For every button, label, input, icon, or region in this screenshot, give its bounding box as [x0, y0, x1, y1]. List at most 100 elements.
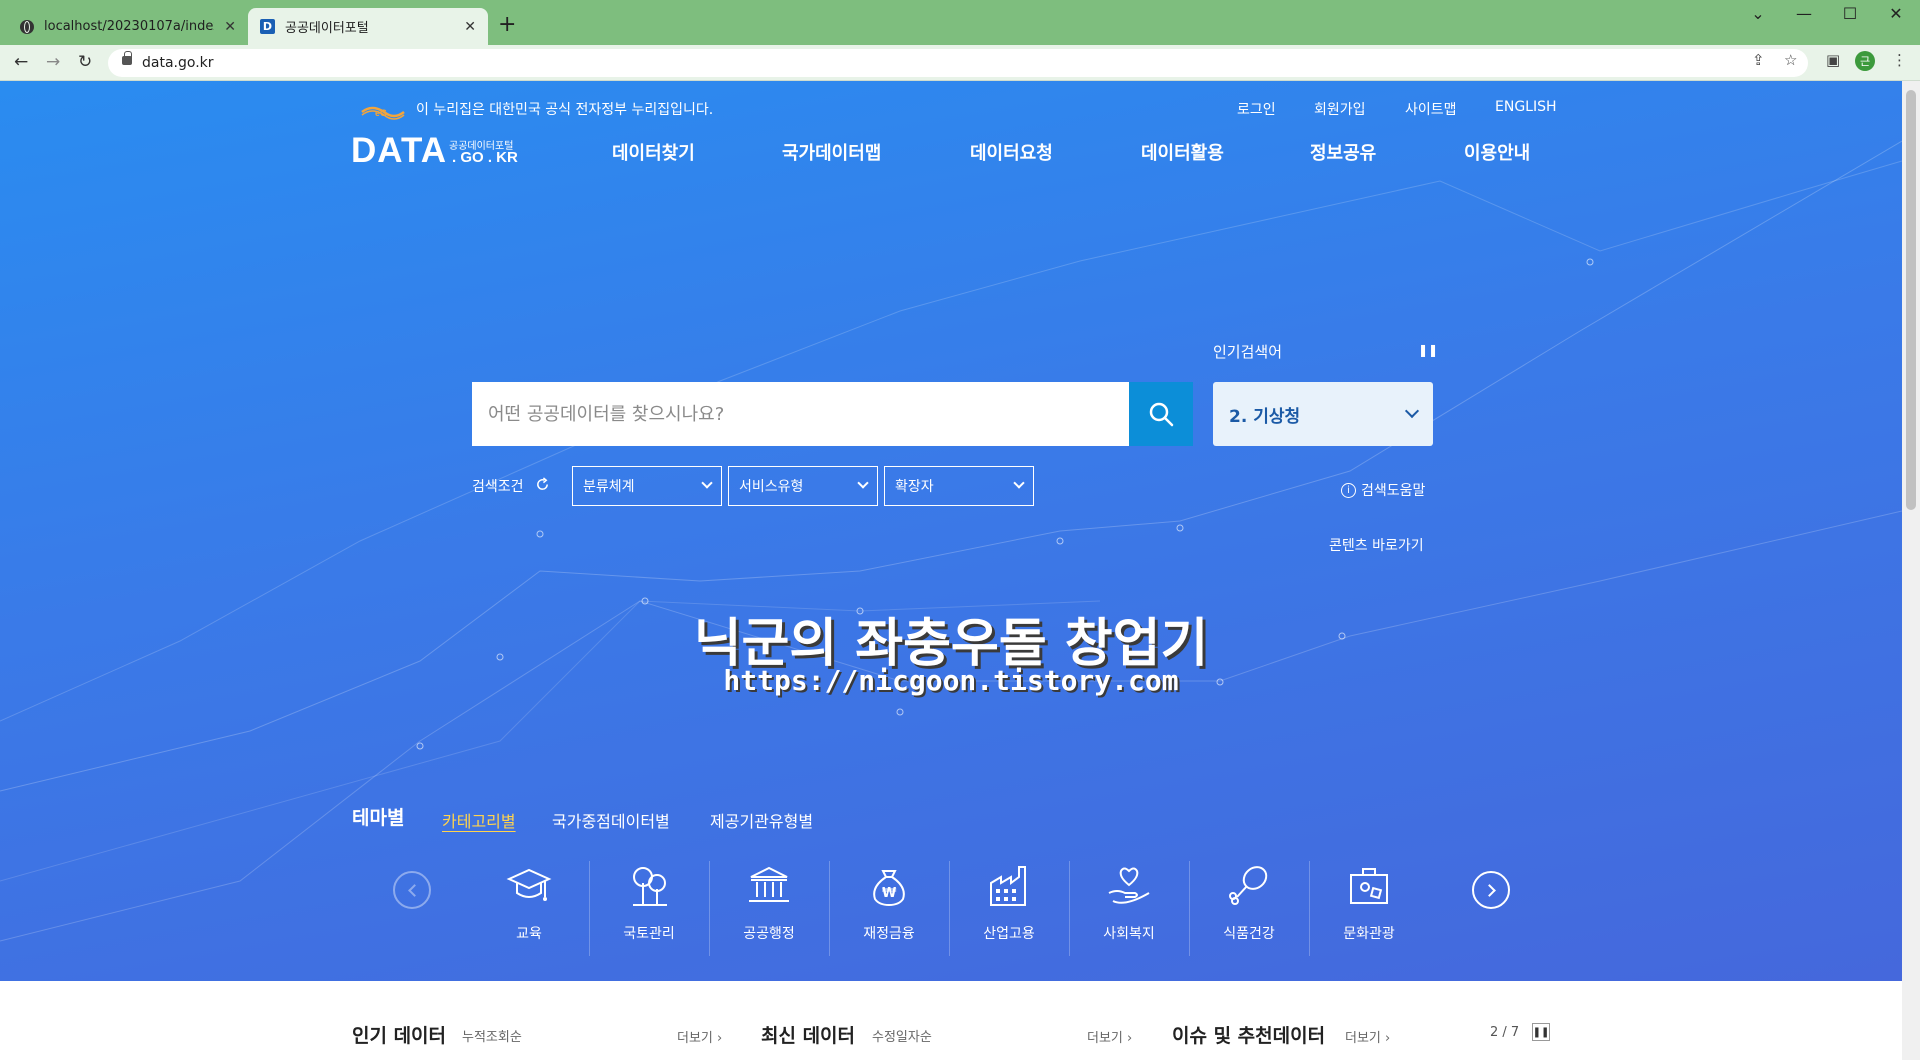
latest-data-more-link[interactable]: 더보기 › — [1087, 1027, 1132, 1046]
profile-avatar[interactable]: 근 — [1855, 51, 1875, 71]
new-tab-icon[interactable]: + — [498, 12, 516, 37]
side-panel-icon[interactable]: ▣ — [1826, 51, 1840, 69]
more-label: 더보기 — [1087, 1031, 1123, 1046]
government-emblem-icon: eG — [361, 106, 405, 120]
logo-domain: . GO . KR — [452, 149, 518, 166]
english-link[interactable]: ENGLISH — [1495, 99, 1557, 115]
government-notice: 이 누리집은 대한민국 공식 전자정부 누리집입니다. — [416, 102, 714, 118]
skip-to-contents-link[interactable]: 콘텐츠 바로가기 — [1329, 535, 1424, 555]
money-bag-icon: ₩ — [873, 870, 905, 907]
search-condition-label: 검색조건 — [472, 479, 524, 495]
popular-data-title: 인기 데이터 — [352, 1025, 447, 1047]
svg-text:eG: eG — [375, 108, 387, 118]
category-finance[interactable]: ₩ 재정금융 — [829, 861, 949, 991]
forward-arrow-icon[interactable]: → — [46, 52, 60, 72]
browser-tab-data-portal[interactable]: D 공공데이터포털 ✕ — [248, 8, 488, 45]
gnb-data-use[interactable]: 데이터활용 — [1141, 139, 1224, 165]
tab-category[interactable]: 카테고리별 — [442, 808, 516, 832]
issue-data-more-link[interactable]: 더보기 › — [1345, 1027, 1390, 1046]
carousel-next-button[interactable] — [1472, 871, 1510, 909]
filter-extension-select[interactable]: 확장자 — [884, 466, 1034, 506]
category-label: 식품건강 — [1223, 926, 1275, 942]
maximize-icon[interactable]: ☐ — [1827, 4, 1873, 23]
refresh-icon[interactable] — [535, 477, 550, 492]
graduation-cap-icon — [506, 868, 552, 901]
category-industry[interactable]: 산업고용 — [949, 861, 1069, 991]
gnb-usage-guide[interactable]: 이용안내 — [1464, 139, 1530, 165]
url-text: data.go.kr — [142, 55, 214, 71]
category-label: 공공행정 — [743, 926, 795, 942]
category-land-management[interactable]: 국토관리 — [589, 861, 709, 991]
globe-icon — [20, 19, 34, 34]
popular-keyword-dropdown[interactable]: 2. 기상청 — [1213, 382, 1433, 446]
sitemap-link[interactable]: 사이트맵 — [1405, 99, 1457, 119]
more-label: 더보기 — [677, 1031, 713, 1046]
gnb-national-data-map[interactable]: 국가데이터맵 — [782, 139, 881, 165]
chevron-down-icon — [1404, 403, 1420, 419]
gnb-info-share[interactable]: 정보공유 — [1310, 139, 1376, 165]
heart-hand-icon — [1108, 867, 1150, 904]
filter-classification-select[interactable]: 분류체계 — [572, 466, 722, 506]
info-icon: i — [1341, 482, 1356, 498]
chevron-left-icon — [407, 883, 421, 897]
scrollbar-thumb[interactable] — [1906, 90, 1916, 510]
tab-provider-type[interactable]: 제공기관유형별 — [710, 808, 813, 832]
bookmark-star-icon[interactable]: ☆ — [1784, 51, 1797, 69]
category-label: 교육 — [516, 926, 542, 942]
search-button[interactable] — [1129, 382, 1193, 446]
latest-data-sort: 수정일자순 — [872, 1030, 932, 1045]
minimize-icon[interactable]: — — [1781, 4, 1827, 23]
search-icon — [1149, 402, 1174, 427]
carousel-prev-button[interactable] — [393, 871, 431, 909]
back-arrow-icon[interactable]: ← — [14, 52, 28, 72]
category-welfare[interactable]: 사회복지 — [1069, 861, 1189, 991]
address-bar[interactable]: data.go.kr — [108, 49, 1808, 77]
close-window-icon[interactable]: ✕ — [1873, 4, 1919, 23]
data-lists-section — [0, 981, 1902, 1060]
latest-data-title: 최신 데이터 — [761, 1025, 856, 1047]
filter-service-type-select[interactable]: 서비스유형 — [728, 466, 878, 506]
search-help-link[interactable]: i 검색도움말 — [1341, 480, 1425, 500]
close-tab-icon[interactable]: ✕ — [224, 19, 236, 35]
signup-link[interactable]: 회원가입 — [1314, 99, 1366, 119]
tab-national-key-data[interactable]: 국가중점데이터별 — [552, 808, 670, 832]
share-icon[interactable]: ⇪ — [1752, 51, 1765, 69]
menu-kebab-icon[interactable]: ⋮ — [1892, 51, 1907, 69]
search-input[interactable] — [472, 382, 1129, 446]
theme-title: 테마별 — [352, 807, 405, 829]
filter-label: 확장자 — [895, 479, 934, 495]
tab-title: localhost/20230107a/index.html — [44, 19, 214, 34]
category-label: 재정금융 — [863, 926, 915, 942]
hero-section — [0, 81, 1902, 981]
close-tab-icon[interactable]: ✕ — [464, 19, 476, 35]
gnb-find-data[interactable]: 데이터찾기 — [612, 139, 695, 165]
category-education[interactable]: 교육 — [469, 861, 589, 991]
svg-text:₩: ₩ — [882, 886, 897, 901]
browser-tab-localhost[interactable]: localhost/20230107a/index.html ✕ — [8, 8, 248, 45]
login-link[interactable]: 로그인 — [1237, 99, 1276, 119]
issue-data-title: 이슈 및 추천데이터 — [1172, 1025, 1326, 1047]
reload-icon[interactable]: ↻ — [78, 52, 92, 72]
trees-icon — [633, 867, 667, 906]
watermark-url: https://nicgoon.tistory.com — [723, 664, 1179, 697]
pause-icon[interactable]: ❚❚ — [1532, 1023, 1550, 1041]
search-help-label: 검색도움말 — [1361, 483, 1426, 499]
logo-main[interactable]: DATA — [351, 131, 447, 171]
more-label: 더보기 — [1345, 1031, 1381, 1046]
popular-keywords-label: 인기검색어 — [1213, 343, 1283, 361]
popular-data-more-link[interactable]: 더보기 › — [677, 1027, 722, 1046]
category-label: 문화관광 — [1343, 926, 1395, 942]
category-food-health[interactable]: 식품건강 — [1189, 861, 1309, 991]
tab-search-chevron-icon[interactable]: ⌄ — [1735, 4, 1781, 23]
drumstick-icon — [1229, 866, 1268, 905]
factory-icon — [990, 866, 1026, 906]
category-culture-tourism[interactable]: 문화관광 — [1309, 861, 1429, 991]
filter-label: 분류체계 — [583, 479, 635, 495]
gnb-data-request[interactable]: 데이터요청 — [970, 139, 1053, 165]
category-label: 산업고용 — [983, 926, 1035, 942]
pause-icon[interactable]: ❚❚ — [1418, 343, 1438, 357]
chevron-down-icon — [857, 477, 869, 489]
lock-icon[interactable] — [122, 51, 132, 65]
category-public-admin[interactable]: 공공행정 — [709, 861, 829, 991]
government-building-icon — [749, 866, 789, 902]
